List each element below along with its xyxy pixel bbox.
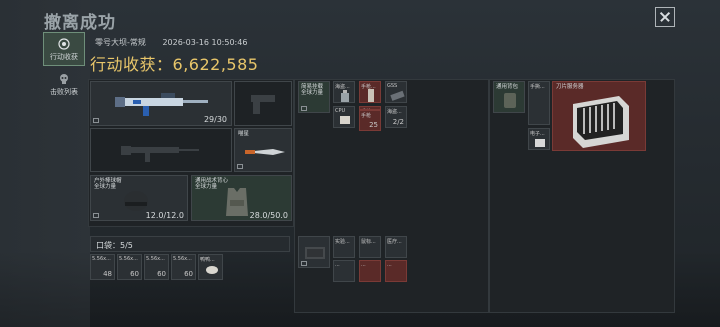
- marker-icon: [301, 261, 307, 266]
- weapon-ammo: 29/30: [203, 115, 227, 124]
- safebox-item[interactable]: ...: [359, 260, 381, 282]
- item-label: 海盗...: [387, 109, 402, 115]
- secondary-weapon-slot[interactable]: [234, 81, 292, 126]
- ammo-count: 60: [157, 270, 166, 278]
- item-slot[interactable]: 海盗... 2/2: [385, 106, 407, 128]
- page-title: 撤离成功: [44, 13, 116, 33]
- ammo-label: 5.56x...: [173, 256, 192, 262]
- scope-icon: [390, 90, 405, 101]
- vest-icon: [226, 188, 248, 216]
- rifle-silhouette-icon: [121, 146, 199, 162]
- safebox-item[interactable]: 鼠标...: [359, 236, 381, 258]
- close-icon[interactable]: [655, 7, 675, 27]
- haul-total: 行动收获：6,622,585: [90, 51, 258, 75]
- item-slot[interactable]: CPU: [333, 106, 355, 128]
- marker-icon: [93, 213, 99, 218]
- melee-slot[interactable]: 喵星: [234, 128, 292, 172]
- item-slot[interactable]: GSS: [385, 81, 407, 103]
- safebox-item[interactable]: 实验...: [333, 236, 355, 258]
- tab-label: 行动收获: [50, 53, 78, 61]
- raid-datetime: 2026-03-16 10:50:46: [162, 38, 248, 47]
- magazine-icon: [368, 89, 374, 102]
- item-count: 2/2: [392, 118, 404, 126]
- haul-value: 6,622,585: [172, 55, 259, 74]
- item-slot[interactable]: 手枪...: [359, 81, 381, 103]
- map-name: 零号大坝-常规: [95, 38, 146, 47]
- safebox-icon: [305, 247, 325, 259]
- pocket-slot[interactable]: 5.56x... 48: [90, 254, 115, 280]
- item-slot[interactable]: 海盗...: [333, 81, 355, 103]
- item-label: 医疗...: [387, 239, 402, 245]
- backpack-label: 通用背包: [496, 84, 519, 90]
- marker-icon: [237, 164, 243, 169]
- item-label: 刀片服务器: [556, 84, 584, 90]
- rig-slot[interactable]: 简易挂载 全球力量: [298, 81, 330, 113]
- pistol-icon: [251, 95, 275, 114]
- item-label: 鸭鸭...: [200, 257, 215, 263]
- case-item-slot[interactable]: 手撕...: [528, 81, 550, 125]
- item-label: ...: [387, 262, 392, 268]
- haul-label: 行动收获：: [90, 55, 173, 74]
- helmet-slot[interactable]: 户外棒球帽 全球力量 12.0/12.0: [90, 175, 188, 221]
- helmet-sub: 全球力量: [94, 184, 117, 190]
- tab-haul[interactable]: 行动收获: [43, 32, 85, 66]
- ammo-count: 48: [103, 270, 112, 278]
- server-blade-icon: [573, 96, 629, 148]
- pocket-slot[interactable]: 5.56x... 60: [144, 254, 169, 280]
- item-label: 电子...: [530, 131, 545, 137]
- tab-label: 击败列表: [50, 88, 78, 96]
- helmet-durability: 12.0/12.0: [145, 211, 184, 220]
- item-label: 手枪: [361, 113, 372, 119]
- ammo-count: 60: [130, 270, 139, 278]
- pocket-slot[interactable]: 5.56x... 60: [117, 254, 142, 280]
- armor-sub: 全球力量: [195, 184, 218, 190]
- rifle-icon: [115, 93, 208, 116]
- item-count: 25: [369, 121, 378, 129]
- armor-durability: 28.0/50.0: [249, 211, 288, 220]
- marker-icon: [301, 106, 307, 111]
- item-label: CPU: [335, 108, 346, 114]
- safebox-item[interactable]: ...: [385, 260, 407, 282]
- electronics-icon: [535, 139, 545, 147]
- item-label: 手撕...: [530, 84, 545, 90]
- tab-kills[interactable]: 击败列表: [43, 68, 85, 102]
- disc-icon: [206, 266, 218, 274]
- item-label: GSS: [387, 83, 398, 89]
- rig-sub: 全球力量: [301, 90, 324, 96]
- ammo-count: 60: [184, 270, 193, 278]
- safebox-item[interactable]: ...: [333, 260, 355, 282]
- backpack-slot[interactable]: 通用背包: [493, 81, 525, 113]
- armor-slot[interactable]: 通用战术背心 全球力量 28.0/50.0: [191, 175, 292, 221]
- ammo-label: 5.56x...: [146, 256, 165, 262]
- server-blade-slot[interactable]: 刀片服务器: [552, 81, 646, 151]
- melee-label: 喵星: [238, 131, 250, 137]
- bottle-icon: [341, 90, 349, 102]
- item-label: 实验...: [335, 239, 350, 245]
- safebox-item[interactable]: 医疗...: [385, 236, 407, 258]
- tertiary-weapon-slot[interactable]: [90, 128, 232, 172]
- pocket-header: 口袋：5/5: [90, 236, 290, 252]
- ammo-label: 5.56x...: [92, 256, 111, 262]
- knife-icon: [245, 149, 285, 155]
- item-label: 鼠标...: [361, 239, 376, 245]
- pocket-slot[interactable]: 5.56x... 60: [171, 254, 196, 280]
- primary-weapon-slot[interactable]: 29/30: [90, 81, 232, 126]
- item-label: ...: [361, 262, 366, 268]
- item-slot[interactable]: 手枪 25: [359, 110, 381, 131]
- item-label: ...: [335, 262, 340, 268]
- pocket-slot[interactable]: 鸭鸭...: [198, 254, 223, 280]
- target-icon: [58, 38, 70, 50]
- marker-icon: [93, 118, 99, 123]
- ammo-label: 5.56x...: [119, 256, 138, 262]
- skull-icon: [60, 74, 68, 84]
- item-label: 海盗...: [335, 84, 350, 90]
- raid-meta: 零号大坝-常规 2026-03-16 10:50:46: [95, 37, 261, 48]
- safebox-slot[interactable]: [298, 236, 330, 268]
- chip-icon: [340, 116, 350, 124]
- case-item-slot[interactable]: 电子...: [528, 128, 550, 150]
- backpack-icon: [504, 93, 516, 108]
